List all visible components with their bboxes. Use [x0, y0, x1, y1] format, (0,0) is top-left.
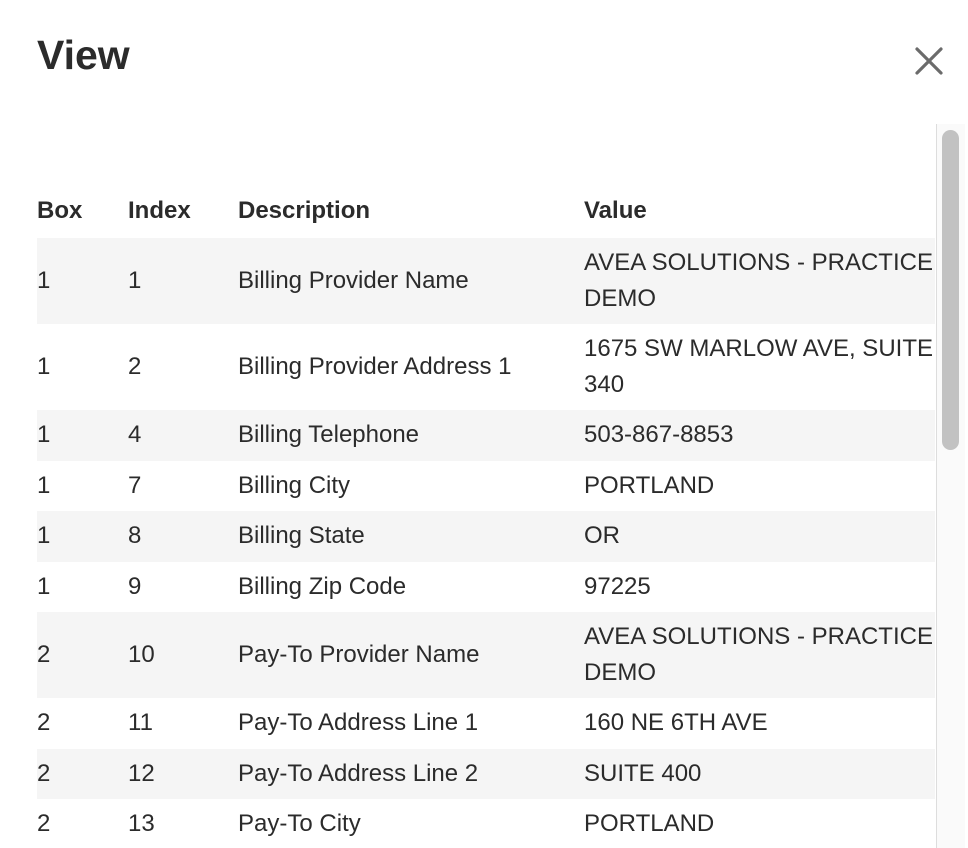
cell-index: 10: [128, 641, 155, 668]
cell-index: 1: [128, 267, 142, 294]
view-dialog: View Box Index Description Value 1 1 Bil…: [0, 0, 968, 848]
close-button[interactable]: [910, 42, 948, 80]
cell-index: 13: [128, 810, 155, 838]
cell-value: 503-867-8853: [584, 421, 734, 449]
cell-index: 12: [128, 759, 155, 787]
cell-box: 1: [37, 421, 51, 449]
cell-box: 2: [37, 810, 51, 838]
table-row: 1 8 Billing State OR: [37, 511, 935, 562]
cell-value: 1675 SW MARLOW AVE, SUITE 340: [584, 335, 933, 398]
cell-box: 2: [37, 641, 51, 668]
cell-description: Pay-To Address Line 1: [238, 709, 479, 737]
cell-index: 7: [128, 471, 142, 499]
cell-description: Pay-To Address Line 2: [238, 759, 479, 787]
cell-box: 1: [37, 267, 51, 294]
cell-box: 1: [37, 572, 51, 600]
table-scroll-region[interactable]: Box Index Description Value 1 1 Billing …: [0, 124, 968, 848]
cell-value: AVEA SOLUTIONS - PRACTICE DEMO: [584, 249, 933, 312]
cell-box: 1: [37, 522, 51, 550]
cell-index: 9: [128, 572, 142, 600]
table-header-row: Box Index Description Value: [37, 183, 935, 238]
cell-description: Billing Telephone: [238, 421, 420, 449]
cell-box: 2: [37, 709, 51, 737]
cell-value: 97225: [584, 572, 651, 600]
table-row: 2 10 Pay-To Provider Name AVEA SOLUTIONS…: [37, 612, 935, 698]
close-icon: [915, 47, 943, 75]
cell-value: PORTLAND: [584, 471, 715, 499]
table-row: 2 12 Pay-To Address Line 2 SUITE 400: [37, 748, 935, 799]
table-row: 1 9 Billing Zip Code 97225: [37, 562, 935, 613]
cell-description: Billing City: [238, 471, 351, 499]
claim-fields-table: Box Index Description Value 1 1 Billing …: [37, 183, 935, 848]
cell-description: Billing Zip Code: [238, 572, 407, 600]
column-header-value: Value: [584, 196, 647, 224]
cell-value: PORTLAND: [584, 810, 715, 838]
dialog-title: View: [37, 32, 130, 78]
table-row: 1 2 Billing Provider Address 1 1675 SW M…: [37, 324, 935, 410]
cell-description: Pay-To City: [238, 810, 361, 838]
column-header-index: Index: [128, 196, 191, 224]
cell-index: 2: [128, 353, 142, 380]
column-header-box: Box: [37, 196, 83, 224]
cell-value: AVEA SOLUTIONS - PRACTICE DEMO: [584, 623, 933, 686]
column-header-description: Description: [238, 196, 371, 224]
table-row: 2 11 Pay-To Address Line 1 160 NE 6TH AV…: [37, 698, 935, 749]
cell-description: Billing Provider Address 1: [238, 353, 512, 380]
table-row: 2 13 Pay-To City PORTLAND: [37, 799, 935, 848]
table-row: 1 1 Billing Provider Name AVEA SOLUTIONS…: [37, 238, 935, 324]
cell-description: Pay-To Provider Name: [238, 641, 480, 668]
cell-box: 2: [37, 759, 51, 787]
cell-value: 160 NE 6TH AVE: [584, 709, 768, 737]
table-row: 1 7 Billing City PORTLAND: [37, 461, 935, 512]
cell-index: 4: [128, 421, 142, 449]
cell-box: 1: [37, 471, 51, 499]
scrollbar-thumb[interactable]: [942, 130, 959, 450]
cell-value: OR: [584, 522, 620, 550]
cell-box: 1: [37, 353, 51, 380]
cell-description: Billing Provider Name: [238, 267, 469, 294]
table-row: 1 4 Billing Telephone 503-867-8853: [37, 410, 935, 461]
cell-value: SUITE 400: [584, 759, 702, 787]
cell-index: 8: [128, 522, 142, 550]
cell-index: 11: [128, 709, 153, 737]
cell-description: Billing State: [238, 522, 365, 550]
